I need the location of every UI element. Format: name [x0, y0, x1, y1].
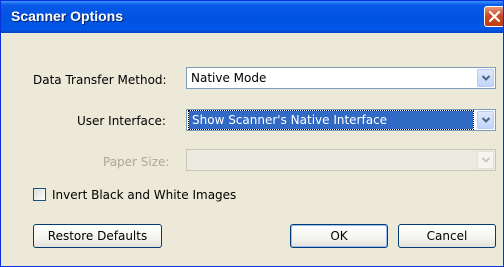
ok-button[interactable]: OK — [290, 224, 388, 248]
restore-defaults-button[interactable]: Restore Defaults — [33, 224, 162, 248]
dropdown-button[interactable] — [477, 151, 494, 169]
paper-size-label: Paper Size: — [103, 155, 170, 169]
chevron-down-icon — [482, 75, 490, 81]
close-icon — [489, 11, 500, 22]
paper-size-select[interactable] — [186, 149, 496, 171]
dropdown-button[interactable] — [477, 111, 494, 129]
chevron-down-icon — [482, 157, 490, 163]
data-transfer-method-label: Data Transfer Method: — [33, 73, 167, 87]
user-interface-select[interactable]: Show Scanner's Native Interface — [186, 109, 496, 131]
close-button[interactable] — [484, 6, 503, 27]
invert-images-checkbox[interactable] — [33, 188, 46, 201]
user-interface-value: Show Scanner's Native Interface — [188, 110, 474, 130]
invert-images-label: Invert Black and White Images — [52, 188, 237, 202]
scanner-options-dialog: Scanner Options Data Transfer Method: Na… — [0, 0, 504, 267]
dropdown-button[interactable] — [477, 69, 494, 87]
cancel-button[interactable]: Cancel — [398, 224, 496, 248]
title-bar[interactable]: Scanner Options — [1, 1, 503, 33]
window-title: Scanner Options — [11, 8, 124, 24]
user-interface-label: User Interface: — [77, 114, 166, 128]
data-transfer-method-value: Native Mode — [191, 71, 267, 85]
chevron-down-icon — [482, 117, 490, 123]
data-transfer-method-select[interactable]: Native Mode — [186, 67, 496, 89]
